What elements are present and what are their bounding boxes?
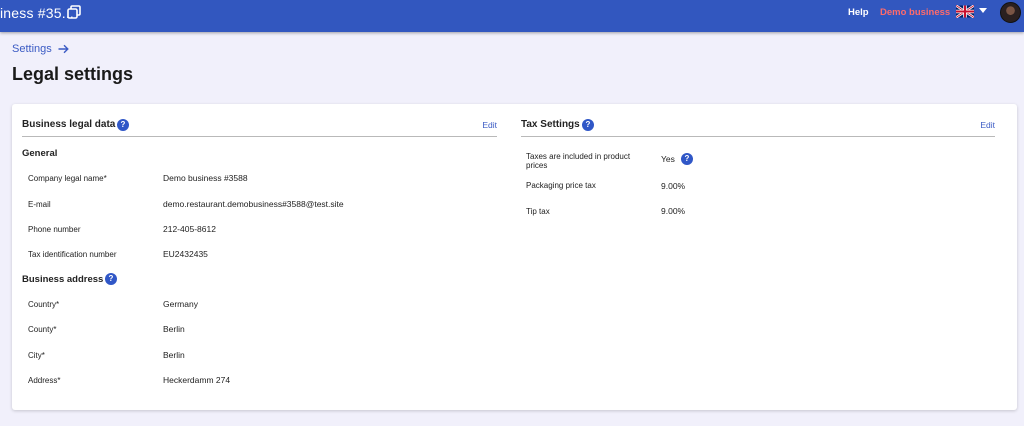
business-legal-title: Business legal data (22, 119, 116, 130)
field-label: Phone number (28, 225, 81, 234)
app-title: iness #35... (0, 5, 74, 21)
arrow-right-icon (58, 44, 69, 54)
help-icon[interactable]: ? (117, 119, 129, 131)
field-value: 212-405-8612 (163, 224, 216, 234)
tax-settings-header: Tax Settings ? Edit (521, 119, 995, 137)
field-label: City* (28, 351, 45, 360)
field-value: Demo business #3588 (163, 173, 248, 183)
help-link[interactable]: Help (848, 7, 869, 18)
field-value: Berlin (163, 324, 185, 334)
field-value: Germany (163, 299, 198, 309)
top-app-bar: iness #35... Help Demo business (0, 0, 1024, 32)
business-switcher[interactable]: Demo business (880, 7, 950, 18)
field-label: Country* (28, 300, 60, 309)
tax-settings-title: Tax Settings (521, 119, 580, 130)
help-icon[interactable]: ? (681, 153, 693, 165)
field-value: EU2432435 (163, 249, 208, 259)
help-icon[interactable]: ? (582, 119, 594, 131)
business-legal-edit-button[interactable]: Edit (482, 120, 497, 130)
field-value: 9.00% (661, 181, 686, 191)
help-icon[interactable]: ? (105, 273, 117, 285)
field-label: E-mail (28, 200, 51, 209)
tax-settings-edit-button[interactable]: Edit (980, 120, 995, 130)
field-label: Packaging price tax (526, 181, 596, 190)
business-address-heading: Business address (22, 274, 104, 285)
field-label: Tip tax (526, 207, 550, 216)
field-value: demo.restaurant.demobusiness#3588@test.s… (163, 199, 344, 209)
field-value: Yes (661, 154, 675, 164)
field-value: Berlin (163, 350, 185, 360)
field-label: Taxes are included in product prices (526, 152, 631, 170)
legal-settings-card: Business legal data ? Edit General Compa… (12, 104, 1017, 410)
breadcrumb-settings[interactable]: Settings (12, 43, 52, 55)
general-heading: General (22, 148, 58, 159)
breadcrumb[interactable]: Settings (12, 43, 69, 55)
field-label: Company legal name* (28, 174, 107, 183)
business-legal-header: Business legal data ? Edit (22, 119, 497, 137)
field-value: Heckerdamm 274 (163, 375, 231, 385)
field-label: County* (28, 325, 57, 334)
page-title: Legal settings (12, 64, 134, 84)
copy-icon[interactable] (66, 4, 82, 20)
caret-down-icon[interactable] (979, 8, 987, 14)
field-label: Tax identification number (28, 250, 117, 259)
field-value: 9.00% (661, 206, 686, 216)
avatar[interactable] (1000, 2, 1021, 23)
field-label: Address* (28, 376, 61, 385)
uk-flag-icon[interactable] (956, 5, 974, 18)
